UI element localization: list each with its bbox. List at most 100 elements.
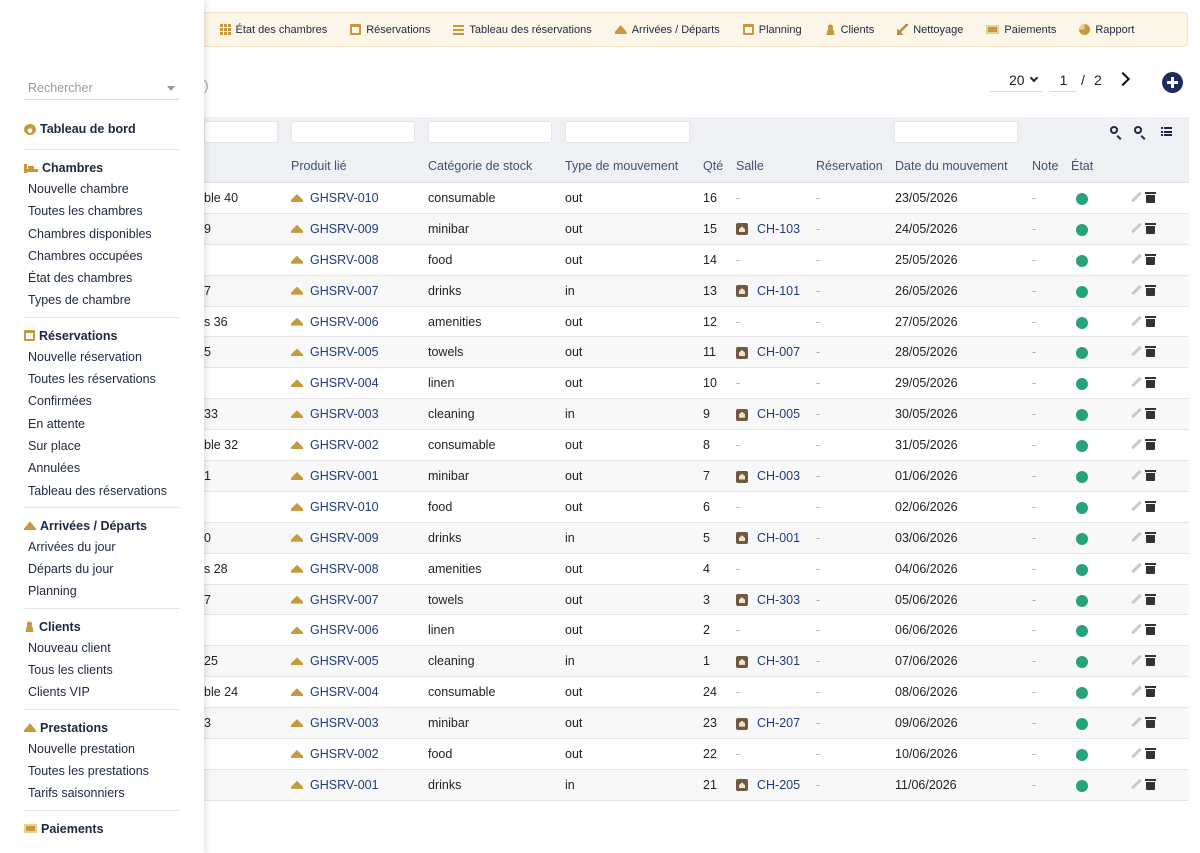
sidebar-item[interactable]: Types de chambre	[24, 289, 180, 311]
edit-icon[interactable]	[1131, 254, 1142, 265]
sidebar-dashboard[interactable]: Tableau de bord	[24, 119, 180, 139]
product-link[interactable]: GHSRV-008	[310, 253, 379, 267]
edit-icon[interactable]	[1131, 532, 1142, 543]
product-link[interactable]: GHSRV-005	[310, 654, 379, 668]
sidebar-item[interactable]: Arrivées du jour	[24, 536, 180, 558]
sidebar-item[interactable]: Tarifs saisonniers	[24, 782, 180, 804]
edit-icon[interactable]	[1131, 408, 1142, 419]
sidebar-section-header[interactable]: Prestations	[24, 718, 180, 738]
product-link[interactable]: GHSRV-003	[310, 716, 379, 730]
edit-icon[interactable]	[1131, 501, 1142, 512]
delete-icon[interactable]	[1145, 470, 1156, 482]
delete-icon[interactable]	[1145, 439, 1156, 451]
column-header[interactable]: Salle	[736, 159, 764, 173]
sidebar-item[interactable]: Toutes les prestations	[24, 760, 180, 782]
product-link[interactable]: GHSRV-001	[310, 778, 379, 792]
salle-link[interactable]: CH-001	[757, 531, 800, 545]
column-header[interactable]: Catégorie de stock	[428, 159, 532, 173]
filter-input-type[interactable]	[565, 121, 690, 143]
filter-input-produit[interactable]	[291, 121, 415, 143]
filter-input-partial[interactable]	[204, 121, 278, 143]
sidebar-item[interactable]: Planning	[24, 580, 180, 602]
sidebar-item[interactable]: Nouveau client	[24, 637, 180, 659]
product-link[interactable]: GHSRV-010	[310, 500, 379, 514]
sidebar-item[interactable]: État des chambres	[24, 267, 180, 289]
salle-link[interactable]: CH-301	[757, 654, 800, 668]
product-link[interactable]: GHSRV-008	[310, 562, 379, 576]
search-icon[interactable]	[1110, 126, 1122, 138]
sidebar-search-select[interactable]: Rechercher	[24, 78, 179, 100]
sidebar-section-header[interactable]: Arrivées / Départs	[24, 516, 180, 536]
product-link[interactable]: GHSRV-001	[310, 469, 379, 483]
column-header[interactable]: Produit lié	[291, 159, 347, 173]
next-page-button[interactable]	[1118, 72, 1132, 86]
edit-icon[interactable]	[1131, 192, 1142, 203]
column-header[interactable]: État	[1071, 159, 1093, 173]
salle-link[interactable]: CH-007	[757, 345, 800, 359]
product-link[interactable]: GHSRV-009	[310, 531, 379, 545]
sidebar-item[interactable]: Confirmées	[24, 390, 180, 412]
salle-link[interactable]: CH-003	[757, 469, 800, 483]
delete-icon[interactable]	[1145, 408, 1156, 420]
salle-link[interactable]: CH-207	[757, 716, 800, 730]
salle-link[interactable]: CH-303	[757, 593, 800, 607]
delete-icon[interactable]	[1145, 562, 1156, 574]
product-link[interactable]: GHSRV-010	[310, 191, 379, 205]
delete-icon[interactable]	[1145, 624, 1156, 636]
page-size-select[interactable]: 20	[990, 70, 1042, 92]
sidebar-item[interactable]: Toutes les chambres	[24, 200, 180, 222]
delete-icon[interactable]	[1145, 778, 1156, 790]
edit-icon[interactable]	[1131, 624, 1142, 635]
edit-icon[interactable]	[1131, 377, 1142, 388]
sidebar-item[interactable]: Départs du jour	[24, 558, 180, 580]
salle-link[interactable]: CH-103	[757, 222, 800, 236]
delete-icon[interactable]	[1145, 593, 1156, 605]
edit-icon[interactable]	[1131, 470, 1142, 481]
filter-input-date[interactable]	[894, 121, 1018, 143]
nav-item-9[interactable]: Rapport	[1079, 24, 1134, 36]
sidebar-section-header[interactable]: Clients	[24, 617, 180, 637]
sidebar-section-header[interactable]: Paiements	[24, 819, 180, 839]
delete-icon[interactable]	[1145, 222, 1156, 234]
column-header[interactable]: Type de mouvement	[565, 159, 678, 173]
product-link[interactable]: GHSRV-007	[310, 284, 379, 298]
delete-icon[interactable]	[1145, 531, 1156, 543]
delete-icon[interactable]	[1145, 748, 1156, 760]
sidebar-item[interactable]: En attente	[24, 413, 180, 435]
delete-icon[interactable]	[1145, 253, 1156, 265]
product-link[interactable]: GHSRV-006	[310, 315, 379, 329]
nav-item-3[interactable]: Tableau des réservations	[453, 24, 592, 36]
sidebar-item[interactable]: Sur place	[24, 435, 180, 457]
edit-icon[interactable]	[1131, 686, 1142, 697]
edit-icon[interactable]	[1131, 346, 1142, 357]
product-link[interactable]: GHSRV-005	[310, 345, 379, 359]
sidebar-item[interactable]: Tableau des réservations	[24, 480, 180, 502]
product-link[interactable]: GHSRV-002	[310, 747, 379, 761]
page-number-input[interactable]: 1	[1050, 70, 1077, 92]
edit-icon[interactable]	[1131, 439, 1142, 450]
edit-icon[interactable]	[1131, 285, 1142, 296]
product-link[interactable]: GHSRV-007	[310, 593, 379, 607]
column-header[interactable]: Qté	[703, 159, 723, 173]
edit-icon[interactable]	[1131, 223, 1142, 234]
sidebar-item[interactable]: Nouvelle prestation	[24, 738, 180, 760]
delete-icon[interactable]	[1145, 717, 1156, 729]
delete-icon[interactable]	[1145, 284, 1156, 296]
delete-icon[interactable]	[1145, 315, 1156, 327]
filter-input-categorie[interactable]	[428, 121, 552, 143]
sidebar-item[interactable]: Nouvelle réservation	[24, 346, 180, 368]
salle-link[interactable]: CH-101	[757, 284, 800, 298]
sidebar-item[interactable]: Nouvelle chambre	[24, 178, 180, 200]
salle-link[interactable]: CH-005	[757, 407, 800, 421]
column-list-icon[interactable]	[1161, 127, 1173, 139]
sidebar-item[interactable]: Chambres occupées	[24, 245, 180, 267]
edit-icon[interactable]	[1131, 717, 1142, 728]
sidebar-section-header[interactable]: Réservations	[24, 326, 180, 346]
sidebar-section-header[interactable]: Chambres	[24, 158, 180, 178]
nav-item-1[interactable]: État des chambres	[219, 24, 327, 36]
column-header[interactable]: Date du mouvement	[895, 159, 1008, 173]
edit-icon[interactable]	[1131, 316, 1142, 327]
edit-icon[interactable]	[1131, 563, 1142, 574]
nav-item-8[interactable]: Paiements	[986, 24, 1056, 36]
edit-icon[interactable]	[1131, 655, 1142, 666]
